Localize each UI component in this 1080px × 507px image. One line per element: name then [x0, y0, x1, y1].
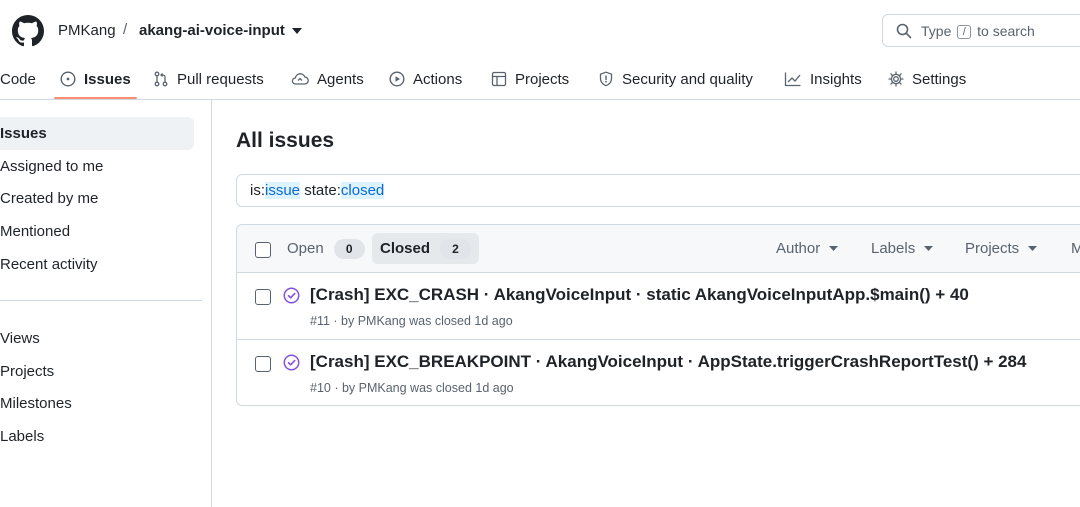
issue-opened-icon — [60, 71, 76, 87]
sidebar-item-issues[interactable]: Issues — [0, 117, 194, 150]
query-value-closed: closed — [340, 182, 385, 199]
sidebar-item-created-by-me[interactable]: Created by me — [0, 182, 194, 215]
closed-filter-button[interactable]: Closed 2 — [372, 233, 480, 264]
tab-insights[interactable]: Insights — [784, 58, 862, 100]
issue-title-link[interactable]: [Crash] EXC_BREAKPOINT · AkangVoiceInput… — [310, 352, 1026, 372]
sidebar-item-recent-activity[interactable]: Recent activity — [0, 248, 194, 281]
table-icon — [491, 71, 507, 87]
sidebar-item-milestones[interactable]: Milestones — [0, 387, 194, 420]
tab-issues[interactable]: Issues — [60, 58, 131, 100]
tab-agents[interactable]: Agents — [291, 58, 364, 100]
tab-code[interactable]: Code — [0, 58, 36, 100]
github-logo-icon[interactable] — [12, 15, 44, 47]
gear-icon — [888, 71, 904, 87]
issue-filter-input[interactable]: is: issue state: closed — [236, 174, 1080, 207]
issue-checkbox[interactable] — [255, 356, 271, 372]
projects-filter-dropdown[interactable]: Projects — [965, 233, 1038, 264]
repo-header: PMKang / akang-ai-voice-input Type / to … — [0, 0, 1080, 100]
issues-sidebar: Issues Assigned to me Created by me Ment… — [0, 100, 212, 507]
agent-cloud-icon — [291, 73, 309, 85]
slash-key-hint: / — [957, 25, 972, 39]
breadcrumb-separator: / — [123, 21, 128, 38]
tab-actions[interactable]: Actions — [389, 58, 462, 100]
sidebar-item-assigned-to-me[interactable]: Assigned to me — [0, 150, 194, 183]
query-value-issue: issue — [265, 182, 301, 199]
tab-projects[interactable]: Projects — [491, 58, 569, 100]
issue-meta: #11 · by PMKang was closed 1d ago — [310, 314, 513, 328]
tab-security-and-quality[interactable]: Security and quality — [598, 58, 753, 100]
issue-meta: #10 · by PMKang was closed 1d ago — [310, 381, 514, 395]
open-filter-button[interactable]: Open 0 — [279, 233, 373, 264]
author-filter-dropdown[interactable]: Author — [776, 233, 839, 264]
query-key-state: state: — [300, 182, 341, 199]
query-key-is: is: — [250, 182, 265, 199]
issues-list: Open0 Closed2 Author Labels Projects M [… — [236, 224, 1080, 406]
breadcrumb-repo[interactable]: akang-ai-voice-input — [139, 22, 285, 39]
tab-pull-requests[interactable]: Pull requests — [153, 58, 264, 100]
issue-closed-icon — [283, 287, 300, 304]
issue-closed-icon — [283, 354, 300, 371]
triangle-down-icon — [924, 246, 934, 251]
select-all-checkbox[interactable] — [255, 242, 271, 258]
labels-filter-dropdown[interactable]: Labels — [871, 233, 934, 264]
graph-icon — [784, 72, 801, 87]
triangle-down-icon — [829, 246, 839, 251]
issue-checkbox[interactable] — [255, 289, 271, 305]
search-input[interactable]: Type / to search — [882, 14, 1080, 47]
triangle-down-icon — [1028, 246, 1038, 251]
git-pull-request-icon — [154, 71, 168, 87]
issues-list-header: Open0 Closed2 Author Labels Projects M — [237, 225, 1080, 273]
issue-row[interactable]: [Crash] EXC_BREAKPOINT · AkangVoiceInput… — [237, 339, 1080, 405]
issue-title-link[interactable]: [Crash] EXC_CRASH · AkangVoiceInput · st… — [310, 285, 969, 305]
closed-count-badge: 2 — [440, 238, 472, 259]
active-tab-underline — [54, 97, 137, 99]
tab-settings[interactable]: Settings — [888, 58, 966, 100]
sidebar-item-views[interactable]: Views — [0, 322, 194, 355]
triangle-down-icon[interactable] — [292, 28, 302, 34]
page-title: All issues — [236, 129, 335, 152]
sidebar-item-projects[interactable]: Projects — [0, 355, 194, 388]
sidebar-item-mentioned[interactable]: Mentioned — [0, 215, 194, 248]
sidebar-divider — [0, 300, 202, 301]
search-icon — [896, 23, 912, 39]
open-count-badge: 0 — [333, 238, 365, 259]
play-icon — [389, 71, 405, 87]
sidebar-item-labels[interactable]: Labels — [0, 420, 194, 453]
breadcrumb-owner[interactable]: PMKang — [58, 22, 116, 39]
shield-icon — [599, 71, 613, 87]
search-placeholder: Type / to search — [921, 23, 1035, 39]
issue-row[interactable]: [Crash] EXC_CRASH · AkangVoiceInput · st… — [237, 273, 1080, 339]
milestones-filter-dropdown[interactable]: M — [1071, 233, 1080, 264]
